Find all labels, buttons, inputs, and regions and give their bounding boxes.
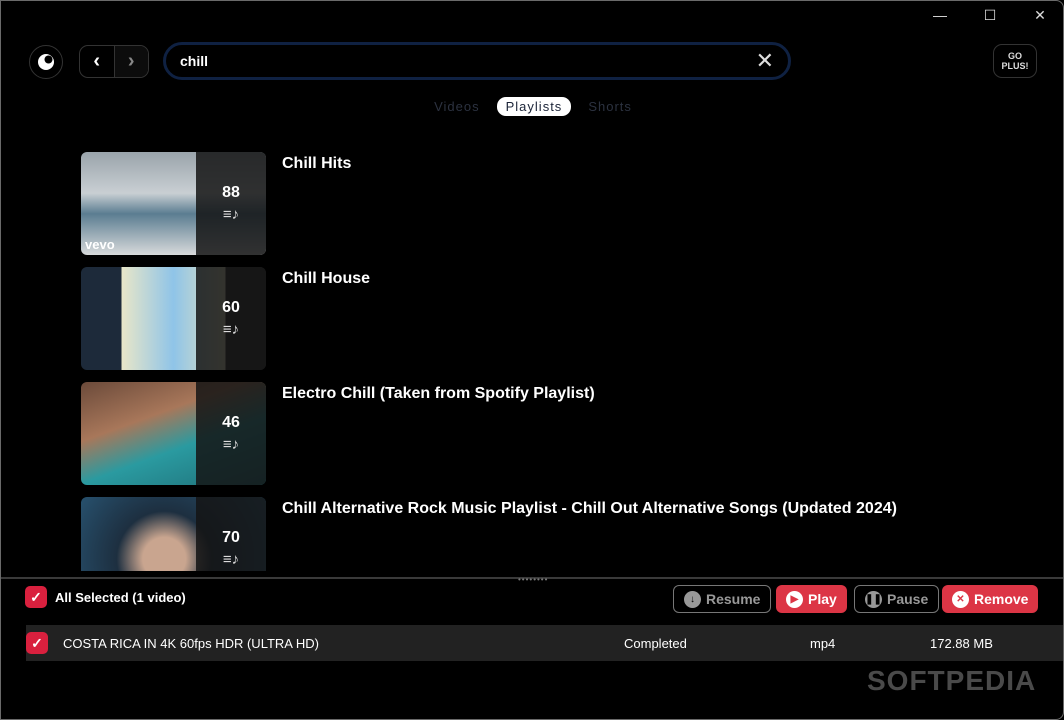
app-window: — ☐ ✕ ‹ › ✕ GO PLUS! Videos Playlists Sh… (0, 0, 1064, 720)
download-size: 172.88 MB (930, 635, 993, 651)
chevron-left-icon: ‹ (93, 50, 101, 72)
select-all[interactable]: ✓ All Selected (1 video) (25, 586, 186, 608)
forward-button[interactable]: › (113, 46, 148, 77)
result-tabs: Videos Playlists Shorts (1, 97, 1063, 116)
clear-search-icon[interactable]: ✕ (756, 48, 774, 74)
playlist-icon: ≡♪ (222, 551, 240, 568)
vevo-logo: vevo (85, 237, 115, 252)
pause-button[interactable]: ❚❚ Pause (854, 585, 940, 613)
playlist-icon: ≡♪ (222, 206, 240, 223)
maximize-button[interactable]: ☐ (967, 1, 1013, 29)
playlist-icon: ≡♪ (222, 321, 240, 338)
playlist-item[interactable]: 46 ≡♪ Electro Chill (Taken from Spotify P… (81, 382, 1041, 497)
video-count: 46 (222, 414, 240, 431)
playlist-results[interactable]: vevo 88 ≡♪ Chill Hits 60 ≡♪ Chill House 46… (81, 152, 1041, 571)
resume-button[interactable]: ↓ Resume (673, 585, 772, 613)
download-title: COSTA RICA IN 4K 60fps HDR (ULTRA HD) (63, 635, 319, 651)
navigation: ‹ › (79, 45, 149, 78)
download-icon: ↓ (684, 590, 701, 608)
play-button[interactable]: ▶ Play (776, 585, 847, 613)
pause-icon: ❚❚ (865, 590, 882, 608)
video-count: 60 (222, 299, 240, 316)
playlist-title[interactable]: Chill Hits (282, 155, 351, 173)
download-format: mp4 (810, 635, 836, 651)
theme-toggle-button[interactable] (29, 45, 63, 79)
search-bar: ✕ (163, 42, 791, 80)
softpedia-watermark: SOFTPEDIA (867, 665, 1037, 696)
video-count: 88 (222, 184, 240, 201)
check-icon: ✓ (31, 634, 43, 651)
remove-icon: ✕ (952, 590, 969, 608)
select-all-checkbox[interactable]: ✓ (25, 586, 47, 608)
theme-icon (38, 54, 54, 70)
playlist-title[interactable]: Chill Alternative Rock Music Playlist - … (282, 500, 897, 518)
row-checkbox[interactable]: ✓ (26, 632, 48, 654)
playlist-item[interactable]: 70 ≡♪ Chill Alternative Rock Music Playli… (81, 497, 1041, 571)
playlist-thumbnail: 46 ≡♪ (81, 382, 266, 485)
minimize-button[interactable]: — (917, 1, 963, 29)
play-icon: ▶ (786, 590, 803, 608)
back-button[interactable]: ‹ (80, 46, 114, 77)
search-input[interactable] (180, 53, 756, 69)
tab-videos[interactable]: Videos (425, 97, 489, 116)
resize-grip-icon[interactable]: •••••••• (518, 575, 548, 584)
go-plus-button[interactable]: GO PLUS! (993, 44, 1037, 78)
tab-playlists[interactable]: Playlists (496, 97, 572, 116)
close-button[interactable]: ✕ (1017, 1, 1063, 29)
check-icon: ✓ (30, 588, 42, 605)
playlist-item[interactable]: 60 ≡♪ Chill House (81, 267, 1041, 382)
playlist-icon: ≡♪ (222, 436, 240, 453)
playlist-title[interactable]: Chill House (282, 270, 370, 288)
remove-button[interactable]: ✕ Remove (942, 585, 1039, 613)
select-all-label: All Selected (1 video) (55, 589, 186, 605)
download-row[interactable]: ✓ COSTA RICA IN 4K 60fps HDR (ULTRA HD) … (26, 625, 1063, 661)
playlist-thumbnail: 60 ≡♪ (81, 267, 266, 370)
playlist-item[interactable]: vevo 88 ≡♪ Chill Hits (81, 152, 1041, 267)
playlist-thumbnail: vevo 88 ≡♪ (81, 152, 266, 255)
download-status: Completed (624, 635, 687, 651)
video-count: 70 (222, 529, 240, 546)
chevron-right-icon: › (127, 50, 135, 72)
playlist-title[interactable]: Electro Chill (Taken from Spotify Playli… (282, 385, 595, 403)
playlist-thumbnail: 70 ≡♪ (81, 497, 266, 571)
tab-shorts[interactable]: Shorts (579, 97, 641, 116)
